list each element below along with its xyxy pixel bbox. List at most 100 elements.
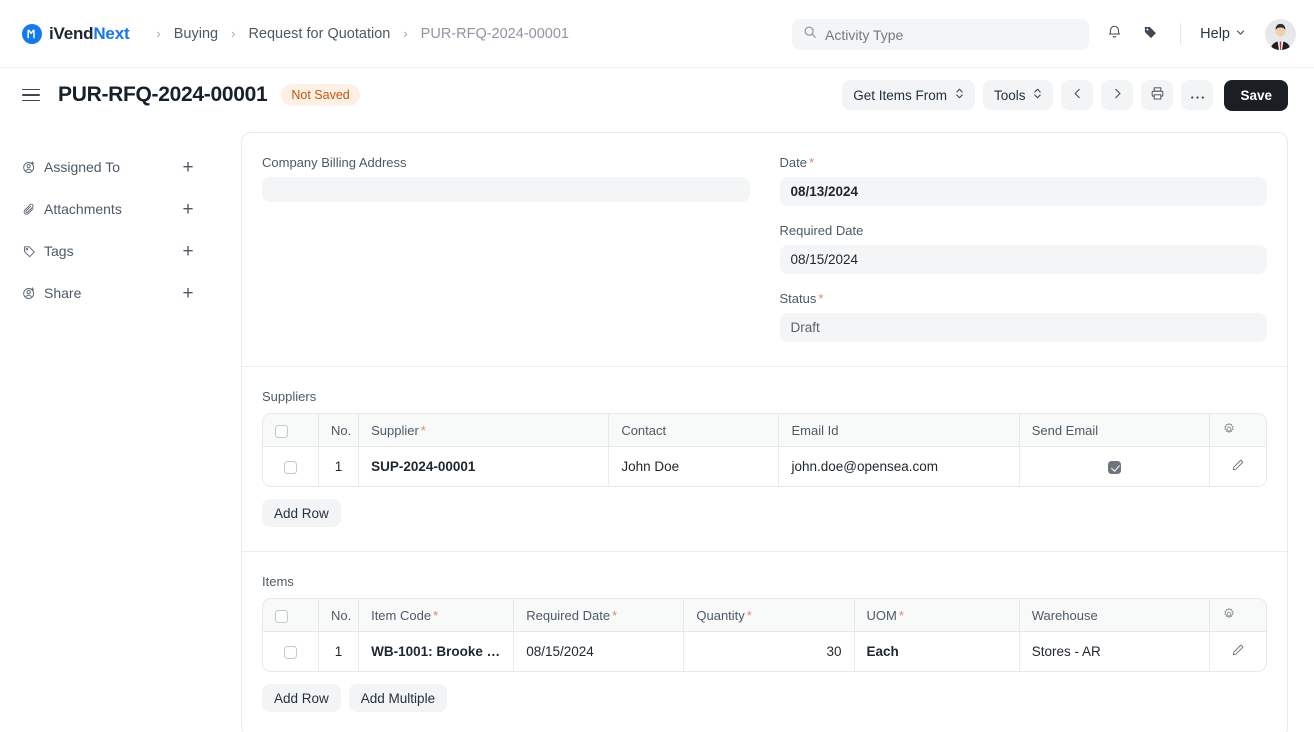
suppliers-settings-header[interactable] [1209, 414, 1266, 447]
add-attachment-button[interactable]: + [178, 199, 198, 219]
notifications-button[interactable] [1099, 19, 1129, 49]
field-label-text: Date [779, 155, 807, 170]
supplier-cell[interactable]: SUP-2024-00001 [359, 447, 610, 486]
supplier-row-no: 1 [319, 447, 360, 486]
item-required-date-cell[interactable]: 08/15/2024 [514, 632, 685, 671]
add-assigned-to-button[interactable]: + [178, 157, 198, 177]
items-add-row-button[interactable]: Add Row [262, 684, 341, 712]
item-warehouse-cell[interactable]: Stores - AR [1019, 632, 1210, 671]
items-row-buttons: Add Row Add Multiple [262, 684, 1267, 712]
share-user-icon [22, 286, 44, 301]
ivendnext-logo-icon [22, 23, 42, 44]
company-billing-address-input[interactable] [262, 177, 750, 202]
item-quantity-cell[interactable]: 30 [684, 632, 855, 671]
suppliers-col-contact: Contact [609, 414, 780, 447]
add-tag-button[interactable]: + [178, 241, 198, 261]
sidebar-item-tags[interactable]: Tags + [22, 230, 241, 272]
tag-button[interactable] [1135, 19, 1165, 49]
global-search[interactable] [792, 19, 1089, 50]
row-select-cell [263, 447, 320, 486]
ellipsis-icon [1190, 88, 1205, 103]
paperclip-icon [22, 202, 44, 217]
required-date-input[interactable]: 08/15/2024 [779, 245, 1267, 274]
page-body: Assigned To + Attachments + Tags + Share… [0, 122, 1314, 732]
required-asterisk: * [612, 607, 618, 623]
brand-logo[interactable]: iVendNext [22, 23, 130, 44]
avatar[interactable] [1265, 18, 1296, 50]
get-items-from-button[interactable]: Get Items From [842, 80, 975, 110]
email-cell[interactable]: john.doe@opensea.com [779, 447, 1020, 486]
items-label: Items [262, 574, 294, 589]
sidebar-item-assigned-to[interactable]: Assigned To + [22, 146, 241, 188]
form-card: Company Billing Address Date * 08/13/2024… [241, 132, 1288, 732]
table-row[interactable]: 1 WB-1001: Brooke Larg… 08/15/2024 30 Ea… [263, 632, 1266, 671]
sidebar-item-attachments[interactable]: Attachments + [22, 188, 241, 230]
date-input[interactable]: 08/13/2024 [779, 177, 1267, 206]
items-table: No. Item Code * Required Date * Quantity * … [262, 598, 1267, 672]
item-row-no: 1 [319, 632, 360, 671]
suppliers-col-supplier: Supplier * [359, 414, 610, 447]
item-row-edit-cell[interactable] [1209, 632, 1266, 671]
select-all-checkbox[interactable] [275, 424, 288, 438]
search-input[interactable] [825, 26, 1078, 43]
next-button[interactable] [1101, 80, 1134, 110]
items-header-row: No. Item Code * Required Date * Quantity * … [263, 599, 1266, 632]
help-label: Help [1200, 26, 1230, 42]
breadcrumb-separator: › [231, 26, 236, 41]
status-badge: Not Saved [281, 84, 360, 106]
breadcrumb-item-current: PUR-RFQ-2024-00001 [420, 25, 569, 42]
gear-icon[interactable] [1222, 607, 1236, 624]
sidebar: Assigned To + Attachments + Tags + Share… [0, 122, 241, 732]
tag-icon [1142, 24, 1159, 44]
suppliers-select-all-header [263, 414, 320, 447]
prev-button[interactable] [1061, 80, 1094, 110]
print-button[interactable] [1141, 80, 1174, 110]
breadcrumb-item-buying[interactable]: Buying [172, 23, 220, 45]
row-checkbox[interactable] [284, 460, 298, 474]
suppliers-section: Suppliers No. Supplier * Contact Email Id [242, 366, 1287, 551]
field-label-text: Status [779, 291, 817, 306]
items-section: Items No. Item Code * Required Date * Quan… [242, 551, 1287, 732]
tools-button[interactable]: Tools [982, 80, 1054, 110]
pencil-icon[interactable] [1231, 459, 1245, 475]
send-email-checkbox[interactable] [1107, 460, 1121, 474]
required-asterisk: * [433, 607, 439, 623]
breadcrumb: › Buying › Request for Quotation › PUR-R… [145, 23, 571, 45]
add-share-button[interactable]: + [178, 283, 198, 303]
gear-icon[interactable] [1222, 422, 1236, 439]
chevron-left-icon [1071, 87, 1084, 103]
row-checkbox[interactable] [284, 645, 298, 659]
required-asterisk: * [808, 155, 815, 170]
suppliers-col-email: Email Id [779, 414, 1020, 447]
help-menu[interactable]: Help [1196, 22, 1250, 46]
items-col-quantity: Quantity * [684, 599, 855, 632]
hamburger-icon[interactable] [22, 84, 44, 106]
item-uom-cell[interactable]: Each [854, 632, 1020, 671]
pencil-icon[interactable] [1231, 644, 1245, 660]
col-label: UOM [866, 607, 897, 623]
items-settings-header[interactable] [1209, 599, 1266, 632]
sidebar-item-label: Tags [44, 243, 74, 259]
more-options-button[interactable] [1181, 80, 1214, 110]
breadcrumb-item-request-for-quotation[interactable]: Request for Quotation [246, 23, 392, 45]
item-code-cell[interactable]: WB-1001: Brooke Larg… [359, 632, 515, 671]
suppliers-add-row-button[interactable]: Add Row [262, 499, 341, 527]
items-col-warehouse: Warehouse [1019, 599, 1210, 632]
col-label: Supplier [371, 422, 419, 438]
contact-cell[interactable]: John Doe [609, 447, 780, 486]
table-row[interactable]: 1 SUP-2024-00001 John Doe john.doe@opens… [263, 447, 1266, 486]
save-button[interactable]: Save [1224, 79, 1288, 111]
required-asterisk: * [746, 607, 752, 623]
suppliers-label: Suppliers [262, 389, 317, 404]
sidebar-item-share[interactable]: Share + [22, 272, 241, 314]
items-add-multiple-button[interactable]: Add Multiple [348, 684, 448, 712]
select-all-checkbox[interactable] [275, 609, 288, 623]
items-col-uom: UOM * [854, 599, 1020, 632]
suppliers-col-send-email: Send Email [1019, 414, 1210, 447]
nav-divider [1180, 23, 1182, 45]
sidebar-item-label: Attachments [44, 201, 122, 217]
status-input[interactable]: Draft [779, 313, 1267, 342]
supplier-row-edit-cell[interactable] [1209, 447, 1266, 486]
field-date: Date * 08/13/2024 [779, 155, 1267, 206]
chevron-updown-icon [1033, 87, 1042, 103]
